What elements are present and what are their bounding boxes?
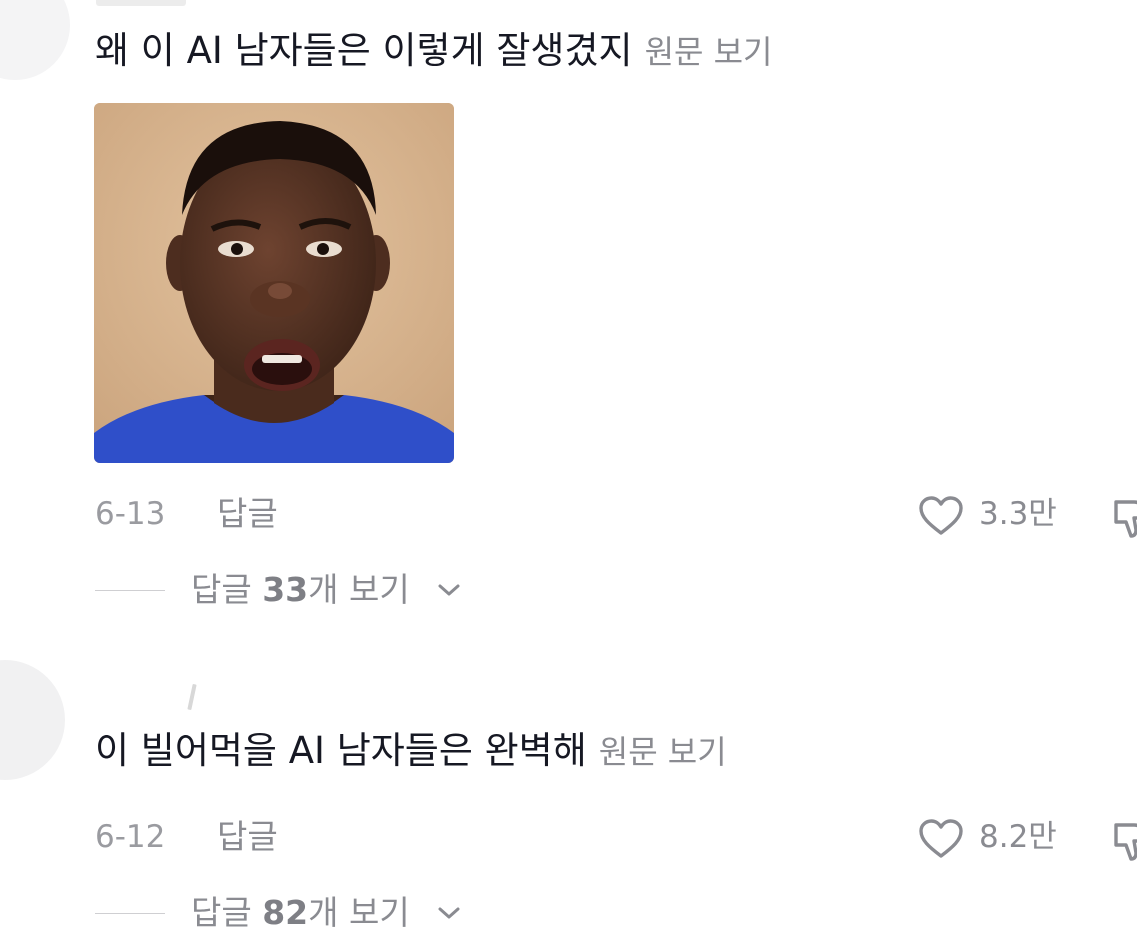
reply-button[interactable]: 답글 <box>217 817 278 857</box>
chevron-down-icon <box>438 584 460 596</box>
like-count: 3.3만 <box>979 496 1057 532</box>
like-count: 8.2만 <box>979 819 1057 855</box>
avatar[interactable] <box>0 0 70 80</box>
portrait-illustration <box>94 103 454 463</box>
view-replies-label[interactable]: 답글 82개 보기 <box>191 893 410 933</box>
comment-meta: 6-13 답글 3.3만 <box>95 494 1137 538</box>
view-replies-toggle[interactable]: 답글 33개 보기 <box>95 570 595 610</box>
comment-body: 이 빌어먹을 AI 남자들은 완벽해 <box>95 729 587 772</box>
heart-outline-icon[interactable] <box>917 495 965 537</box>
username-placeholder <box>96 0 186 6</box>
comment-text: 이 빌어먹을 AI 남자들은 완벽해 원문 보기 <box>95 728 727 775</box>
comment-body: 왜 이 AI 남자들은 이렇게 잘생겼지 <box>95 29 633 72</box>
view-replies-toggle[interactable]: 답글 82개 보기 <box>95 893 595 933</box>
view-replies-label[interactable]: 답글 33개 보기 <box>191 570 410 610</box>
reply-button[interactable]: 답글 <box>217 494 278 534</box>
avatar[interactable] <box>0 660 65 780</box>
thumbs-down-icon[interactable] <box>1112 496 1137 540</box>
comment-date: 6-12 <box>95 819 166 855</box>
thumbs-down-icon[interactable] <box>1112 819 1137 863</box>
comment-image[interactable] <box>94 103 454 463</box>
divider <box>95 913 165 914</box>
comment-text: 왜 이 AI 남자들은 이렇게 잘생겼지 원문 보기 <box>95 28 773 75</box>
divider <box>95 590 165 591</box>
comment-date: 6-13 <box>95 496 166 532</box>
chevron-down-icon <box>438 907 460 919</box>
comment-meta: 6-12 답글 8.2만 <box>95 817 1137 861</box>
see-original-link[interactable]: 원문 보기 <box>599 733 727 771</box>
username-placeholder <box>187 683 197 711</box>
heart-outline-icon[interactable] <box>917 818 965 860</box>
see-original-link[interactable]: 원문 보기 <box>645 33 773 71</box>
